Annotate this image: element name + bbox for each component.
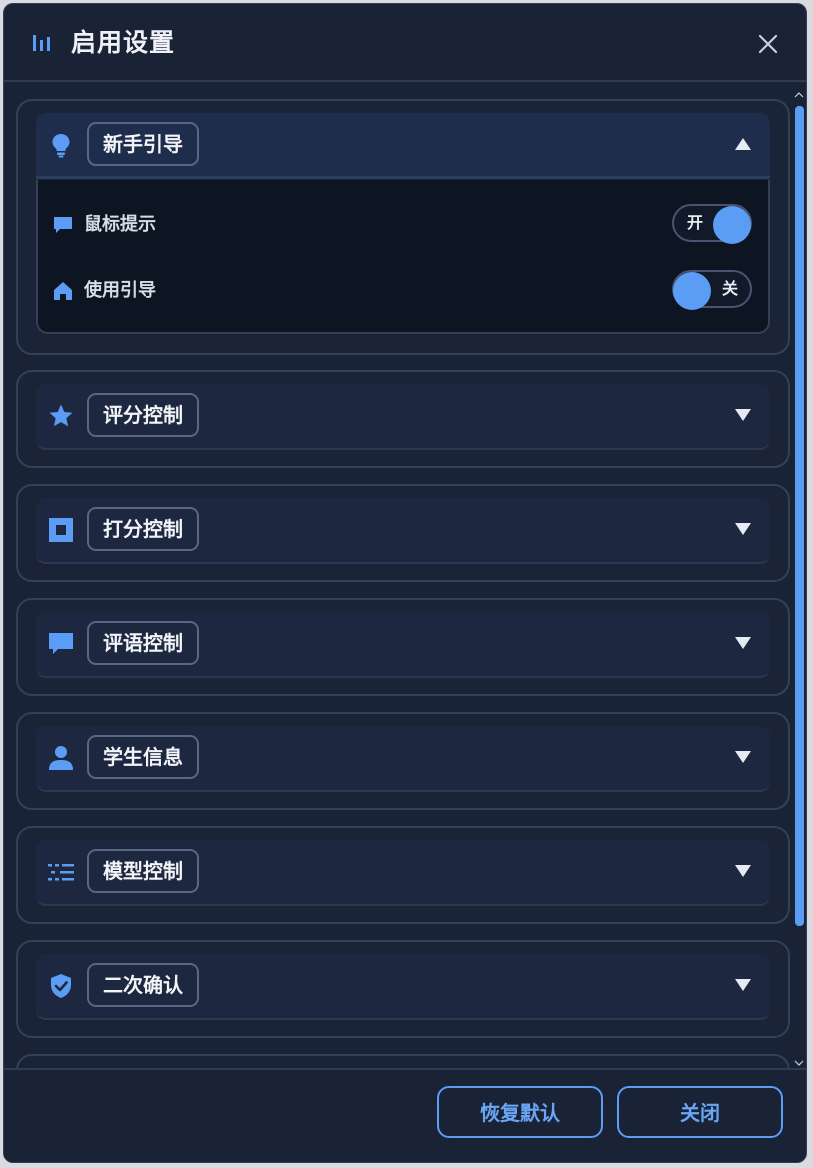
section-model: 模型控制 <box>16 826 790 924</box>
square-icon <box>49 518 73 542</box>
section-student: 学生信息 <box>16 712 790 810</box>
section-model-header[interactable]: 模型控制 <box>36 840 770 906</box>
section-student-label: 学生信息 <box>87 735 199 779</box>
lightbulb-icon <box>52 134 70 158</box>
reset-default-button[interactable]: 恢复默认 <box>437 1086 603 1138</box>
chevron-down-icon[interactable] <box>734 522 752 536</box>
section-confirm-header[interactable]: 二次确认 <box>36 954 770 1020</box>
scrollbar-thumb[interactable] <box>795 106 804 926</box>
star-icon <box>49 404 73 427</box>
chevron-down-icon[interactable] <box>734 636 752 650</box>
section-guide: 新手引导 鼠标提示 开 使用引导 关 <box>16 99 790 355</box>
section-scoring-header[interactable]: 打分控制 <box>36 498 770 564</box>
section-model-label: 模型控制 <box>87 849 199 893</box>
section-student-header[interactable]: 学生信息 <box>36 726 770 792</box>
section-comment-label: 评语控制 <box>87 621 199 665</box>
section-comment: 评语控制 <box>16 598 790 696</box>
section-guide-body: 鼠标提示 开 使用引导 关 <box>36 180 770 334</box>
chevron-up-icon[interactable] <box>734 137 752 151</box>
chevron-down-icon[interactable] <box>734 408 752 422</box>
comment-icon <box>54 217 72 233</box>
option-mouse-hint-label: 鼠标提示 <box>84 214 156 235</box>
comment-icon <box>49 633 73 654</box>
close-icon[interactable] <box>756 32 780 56</box>
list-icon <box>48 864 74 881</box>
scroll-up-icon[interactable] <box>794 90 804 100</box>
use-guide-toggle[interactable]: 关 <box>672 270 752 310</box>
dialog-title: 启用设置 <box>71 28 176 57</box>
toggle-knob <box>673 272 711 310</box>
option-use-guide-label: 使用引导 <box>84 280 156 301</box>
section-guide-label: 新手引导 <box>87 122 199 166</box>
option-use-guide: 使用引导 关 <box>38 268 768 314</box>
toggle-knob <box>713 206 751 244</box>
section-rating-header[interactable]: 评分控制 <box>36 384 770 450</box>
close-button[interactable]: 关闭 <box>617 1086 783 1138</box>
section-guide-header[interactable]: 新手引导 <box>36 113 770 179</box>
chevron-down-icon[interactable] <box>734 864 752 878</box>
scrollbar[interactable] <box>792 82 806 1072</box>
section-rating-label: 评分控制 <box>87 393 199 437</box>
section-confirm-label: 二次确认 <box>87 963 199 1007</box>
section-scoring-label: 打分控制 <box>87 507 199 551</box>
bars-icon <box>33 35 50 51</box>
settings-content[interactable]: 新手引导 鼠标提示 开 使用引导 关 评分控制 打分控制 评语控制 学生信息 模… <box>4 82 806 1072</box>
chevron-down-icon[interactable] <box>734 978 752 992</box>
section-comment-header[interactable]: 评语控制 <box>36 612 770 678</box>
user-icon <box>49 746 73 770</box>
section-rating: 评分控制 <box>16 370 790 468</box>
section-scoring: 打分控制 <box>16 484 790 582</box>
settings-dialog: 启用设置 新手引导 鼠标提示 开 使用引导 关 评分控制 打分控制 评语控制 学… <box>3 3 807 1163</box>
chevron-down-icon[interactable] <box>734 750 752 764</box>
mouse-hint-toggle[interactable]: 开 <box>672 204 752 244</box>
home-icon <box>54 282 72 300</box>
option-mouse-hint: 鼠标提示 开 <box>38 202 768 248</box>
scroll-down-icon[interactable] <box>794 1058 804 1068</box>
dialog-titlebar: 启用设置 <box>4 4 806 82</box>
toggle-state-label: 关 <box>721 279 738 298</box>
shield-check-icon <box>51 974 71 998</box>
section-confirm: 二次确认 <box>16 940 790 1038</box>
dialog-footer: 恢复默认 关闭 <box>4 1068 806 1162</box>
toggle-state-label: 开 <box>687 213 704 232</box>
